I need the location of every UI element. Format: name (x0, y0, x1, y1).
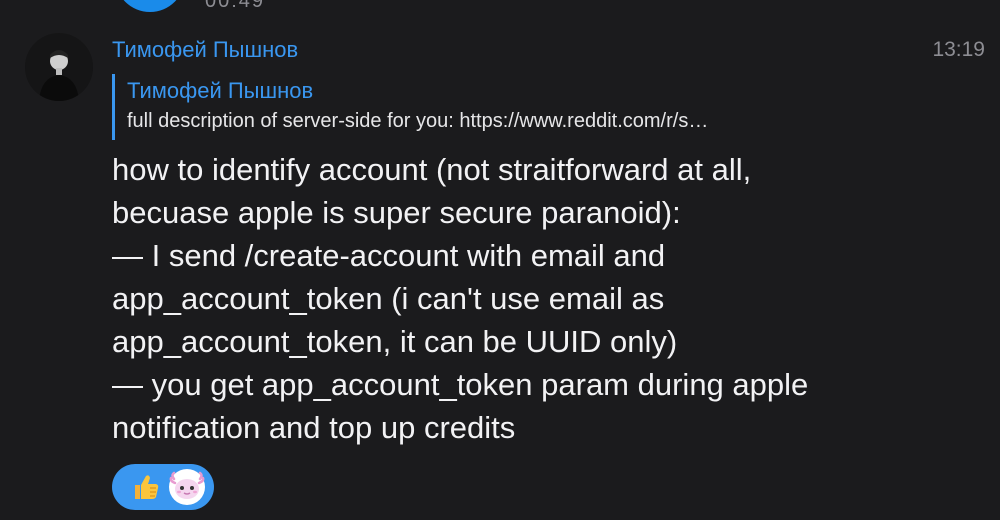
reply-text: full description of server-side for you:… (127, 110, 709, 132)
chat-view: 00:49 Тимофей Пышнов 13:19 Тимофей Пышно… (0, 0, 1000, 520)
thumbs-up-icon[interactable] (126, 468, 164, 506)
reply-author: Тимофей Пышнов (127, 78, 314, 103)
message-text: how to identify account (not straitforwa… (112, 148, 992, 449)
message-line: how to identify account (not straitforwa… (112, 152, 752, 187)
message-line: — you get app_account_token param during… (112, 367, 809, 402)
axolotl-icon[interactable] (168, 468, 206, 506)
message-line: app_account_token (i can't use email as (112, 281, 665, 316)
message-author[interactable]: Тимофей Пышнов (112, 37, 298, 63)
avatar[interactable] (25, 33, 93, 101)
reply-quote[interactable]: Тимофей Пышнов full description of serve… (112, 74, 892, 140)
message-line: notification and top up credits (112, 410, 516, 445)
previous-message-time: 00:49 (205, 0, 266, 12)
reactions-bar[interactable] (112, 464, 214, 510)
message-time: 13:19 (932, 38, 985, 61)
previous-avatar[interactable] (115, 0, 185, 12)
message-line: app_account_token, it can be UUID only) (112, 324, 678, 359)
message-line: — I send /create-account with email and (112, 238, 666, 273)
message-line: becuase apple is super secure paranoid): (112, 195, 681, 230)
